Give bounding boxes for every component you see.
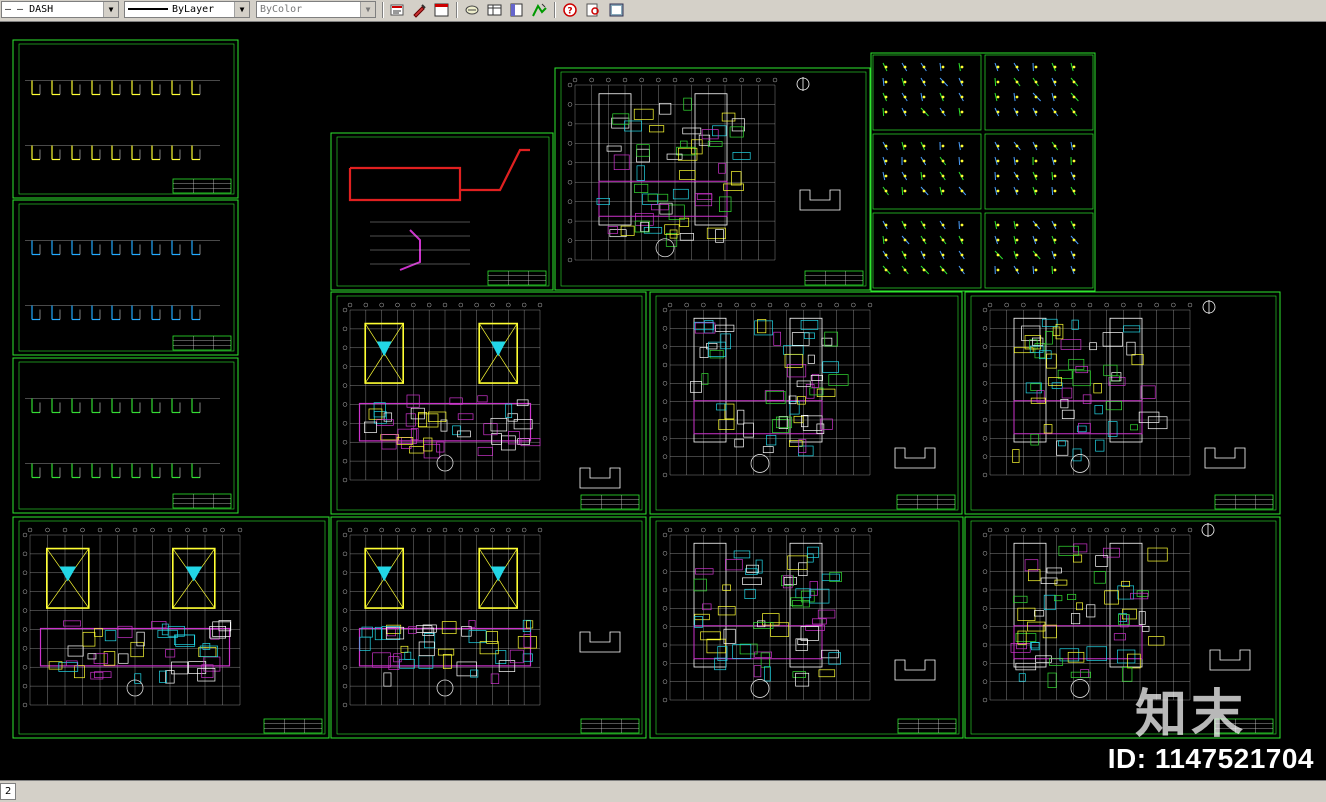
title-block bbox=[581, 719, 639, 733]
detail-panel bbox=[985, 55, 1093, 130]
detail-symbol bbox=[800, 190, 840, 210]
title-block bbox=[488, 271, 546, 285]
lineweight-value: ByLayer bbox=[172, 4, 214, 15]
layout-tab-bar: 2 bbox=[0, 780, 1326, 802]
watermark-id: ID: 1147521704 bbox=[1108, 743, 1314, 775]
entrance-feature bbox=[751, 454, 769, 472]
detail-panel bbox=[985, 134, 1093, 209]
lineweight-preview bbox=[128, 8, 168, 10]
layer-icon[interactable] bbox=[432, 1, 451, 19]
drawing-sheet bbox=[13, 200, 238, 355]
drawing-sheet bbox=[555, 68, 870, 290]
stair-fill bbox=[377, 566, 392, 581]
entrance-feature bbox=[751, 679, 769, 697]
wing-block bbox=[599, 94, 631, 225]
layout-icon[interactable] bbox=[463, 1, 482, 19]
svg-text:?: ? bbox=[567, 7, 572, 17]
chevron-down-icon[interactable]: ▼ bbox=[103, 2, 118, 17]
detail-panel bbox=[873, 134, 981, 209]
corridor-block bbox=[1014, 401, 1142, 434]
chevron-down-icon[interactable]: ▼ bbox=[234, 2, 249, 17]
corridor-block bbox=[599, 181, 727, 216]
table-icon[interactable] bbox=[507, 1, 526, 19]
chevron-down-icon[interactable]: ▼ bbox=[360, 2, 375, 17]
toolbar-separator bbox=[554, 2, 556, 18]
drawing-sheet bbox=[13, 358, 238, 513]
entrance-feature bbox=[656, 239, 674, 257]
stair-fill bbox=[185, 566, 202, 581]
search-help-icon[interactable] bbox=[584, 1, 603, 19]
drawing-sheet bbox=[331, 133, 553, 290]
stair-fill bbox=[491, 341, 506, 356]
drawing-sheet bbox=[965, 292, 1280, 514]
detail-symbol bbox=[895, 448, 935, 468]
title-block bbox=[264, 719, 322, 733]
stair-fill bbox=[377, 341, 392, 356]
drawing-sheet bbox=[650, 292, 962, 514]
pipe-route bbox=[350, 150, 530, 200]
detail-panel bbox=[873, 213, 981, 288]
title-block bbox=[897, 495, 955, 509]
detail-symbol bbox=[895, 660, 935, 680]
detail-symbol bbox=[580, 468, 620, 488]
entrance-feature bbox=[1071, 454, 1089, 472]
view-icon[interactable] bbox=[485, 1, 504, 19]
wing-block bbox=[1014, 318, 1046, 442]
detail-symbol bbox=[580, 632, 620, 652]
detail-symbol bbox=[1205, 448, 1245, 468]
properties-toolbar: — — DASH ▼ ByLayer ▼ ByColor ▼ ? bbox=[0, 0, 1326, 22]
drawing-sheet bbox=[13, 40, 238, 198]
cad-drawing-sheets bbox=[0, 22, 1326, 780]
wing-block bbox=[790, 543, 822, 667]
title-block bbox=[173, 179, 231, 193]
layout-tab[interactable]: 2 bbox=[0, 783, 16, 800]
watermark-logo: 知末 bbox=[1135, 672, 1247, 747]
drawing-canvas[interactable] bbox=[0, 22, 1326, 780]
match-properties-icon[interactable] bbox=[410, 1, 429, 19]
detail-symbol bbox=[1210, 650, 1250, 670]
properties-icon[interactable] bbox=[388, 1, 407, 19]
wing-block bbox=[1110, 318, 1142, 442]
detail-panel bbox=[873, 55, 981, 130]
settings-icon[interactable] bbox=[607, 1, 626, 19]
stair-fill bbox=[491, 566, 506, 581]
wing-block bbox=[1110, 543, 1142, 667]
title-block bbox=[1215, 495, 1273, 509]
toolbar-separator bbox=[382, 2, 384, 18]
corridor-block bbox=[694, 626, 822, 659]
stair-fill bbox=[59, 566, 76, 581]
linetype-value: DASH bbox=[29, 4, 53, 15]
toolbar-separator bbox=[456, 2, 458, 18]
title-block bbox=[581, 495, 639, 509]
wing-block bbox=[694, 318, 726, 442]
color-dropdown[interactable]: ByColor ▼ bbox=[256, 1, 376, 18]
title-block bbox=[805, 271, 863, 285]
tool-palette-icon[interactable] bbox=[530, 1, 549, 19]
entrance-feature bbox=[1071, 679, 1089, 697]
help-icon[interactable]: ? bbox=[561, 1, 580, 19]
color-value: ByColor bbox=[260, 2, 302, 17]
linetype-dropdown[interactable]: — — DASH ▼ bbox=[1, 1, 119, 18]
title-block bbox=[173, 494, 231, 508]
title-block bbox=[173, 336, 231, 350]
title-block bbox=[898, 719, 956, 733]
linetype-preview: — — bbox=[5, 4, 23, 15]
wing-block bbox=[694, 543, 726, 667]
lineweight-dropdown[interactable]: ByLayer ▼ bbox=[124, 1, 250, 18]
detail-panel bbox=[985, 213, 1093, 288]
